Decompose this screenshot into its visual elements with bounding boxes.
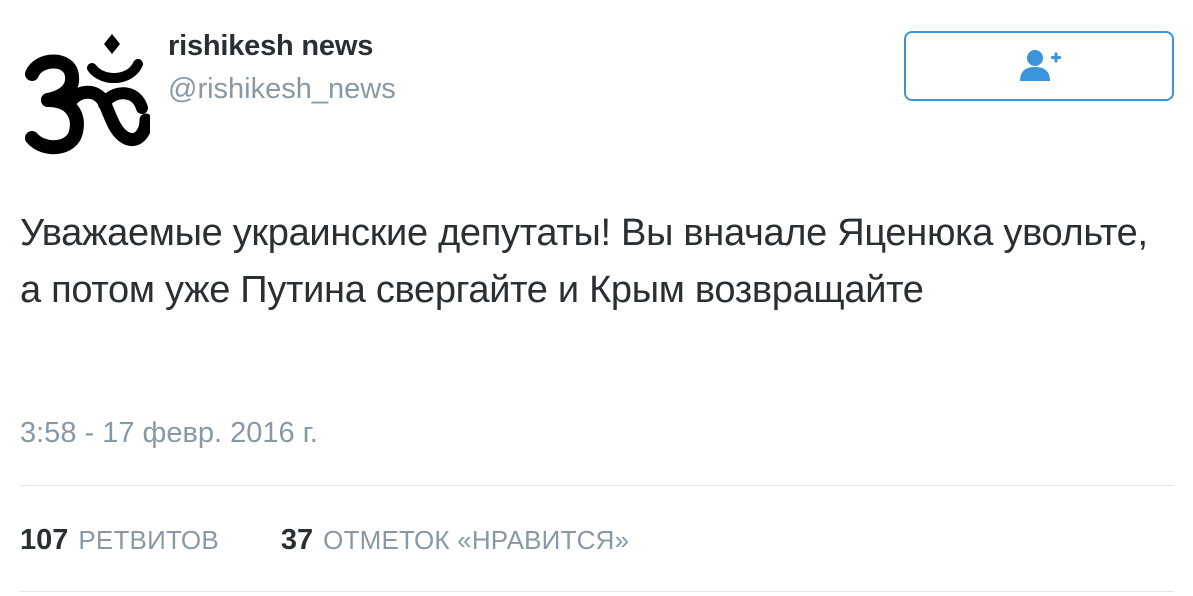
tweet-stats: 107 РЕТВИТОВ 37 ОТМЕТОК «НРАВИТСЯ» [20, 522, 629, 558]
retweets-stat[interactable]: 107 РЕТВИТОВ [20, 522, 219, 558]
avatar[interactable] [18, 28, 150, 160]
user-display-name[interactable]: rishikesh news [168, 28, 373, 64]
tweet-text: Уважаемые украинские депутаты! Вы вначал… [20, 212, 1148, 311]
user-handle[interactable]: @rishikesh_news [168, 71, 396, 107]
follow-user-plus-icon [1020, 50, 1061, 81]
likes-stat[interactable]: 37 ОТМЕТОК «НРАВИТСЯ» [281, 522, 629, 558]
tweet-timestamp[interactable]: 3:58 - 17 февр. 2016 г. [20, 415, 318, 451]
likes-label: ОТМЕТОК «НРАВИТСЯ» [323, 525, 630, 555]
follow-button[interactable] [904, 31, 1174, 101]
likes-count: 37 [280, 524, 314, 556]
retweets-label: РЕТВИТОВ [78, 525, 219, 555]
retweets-count: 107 [20, 524, 69, 556]
divider-top [20, 485, 1174, 486]
om-symbol-icon [25, 34, 150, 155]
divider-bottom [20, 591, 1174, 592]
